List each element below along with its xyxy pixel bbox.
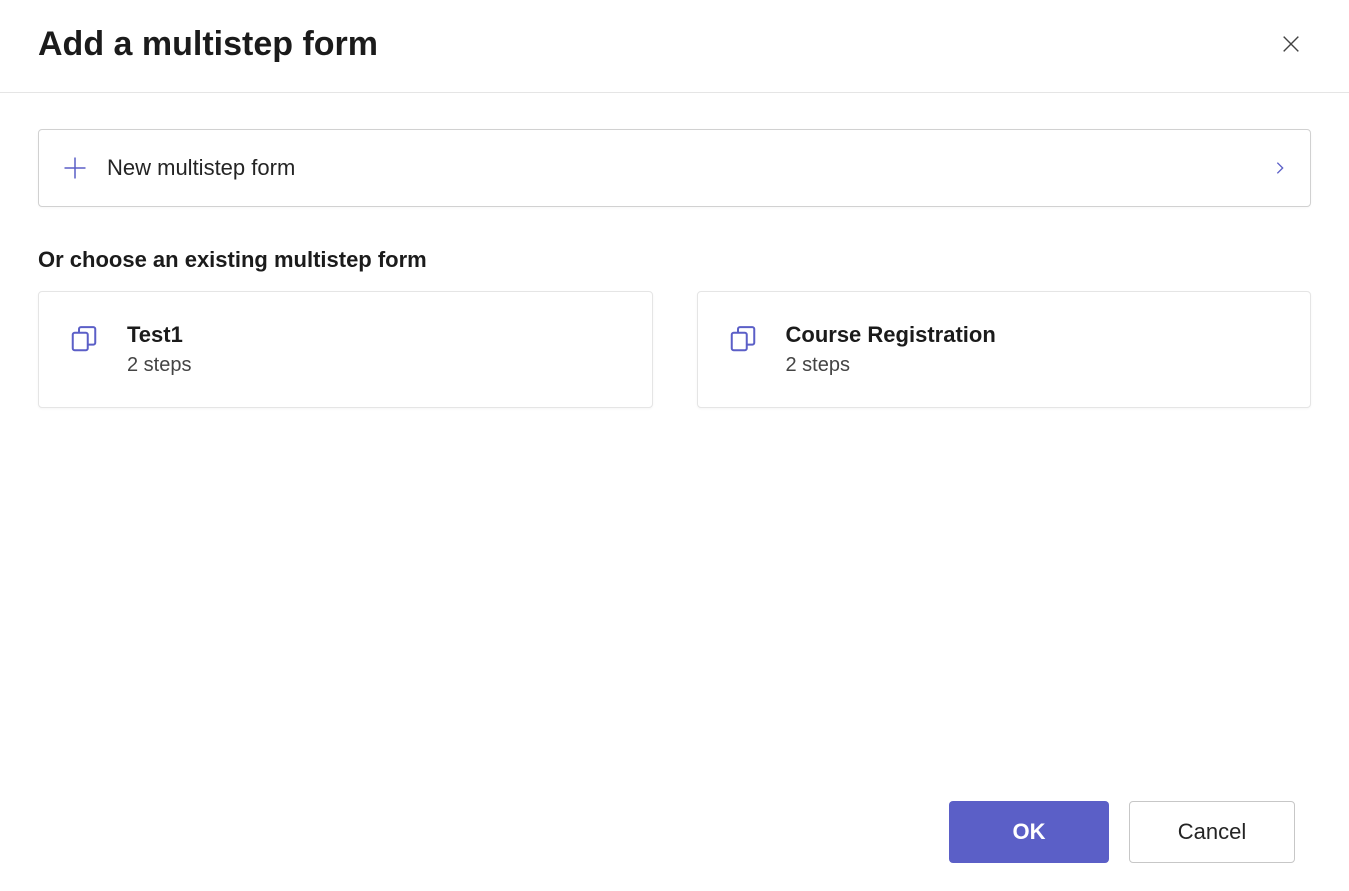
card-subtitle: 2 steps [786,354,996,377]
card-title: Test1 [127,322,191,348]
dialog-title: Add a multistep form [38,25,378,64]
card-text: Course Registration 2 steps [786,322,996,377]
existing-form-card-test1[interactable]: Test1 2 steps [38,291,653,408]
plus-icon [61,154,89,182]
existing-form-card-course-registration[interactable]: Course Registration 2 steps [697,291,1312,408]
dialog-footer: OK Cancel [949,801,1295,863]
dialog-content: New multistep form Or choose an existing… [0,93,1349,408]
card-text: Test1 2 steps [127,322,191,377]
ok-button[interactable]: OK [949,801,1109,863]
new-multistep-form-button[interactable]: New multistep form [38,129,1311,207]
multistep-form-icon [69,324,99,354]
chevron-right-icon [1272,160,1288,176]
close-icon [1280,33,1302,55]
existing-forms-label: Or choose an existing multistep form [38,247,1311,273]
multistep-form-icon [728,324,758,354]
dialog-header: Add a multistep form [0,0,1349,93]
existing-forms-list: Test1 2 steps Course Registration 2 step… [38,291,1311,408]
new-form-label: New multistep form [107,155,1272,181]
card-subtitle: 2 steps [127,354,191,377]
card-title: Course Registration [786,322,996,348]
close-button[interactable] [1271,24,1311,64]
cancel-button[interactable]: Cancel [1129,801,1295,863]
